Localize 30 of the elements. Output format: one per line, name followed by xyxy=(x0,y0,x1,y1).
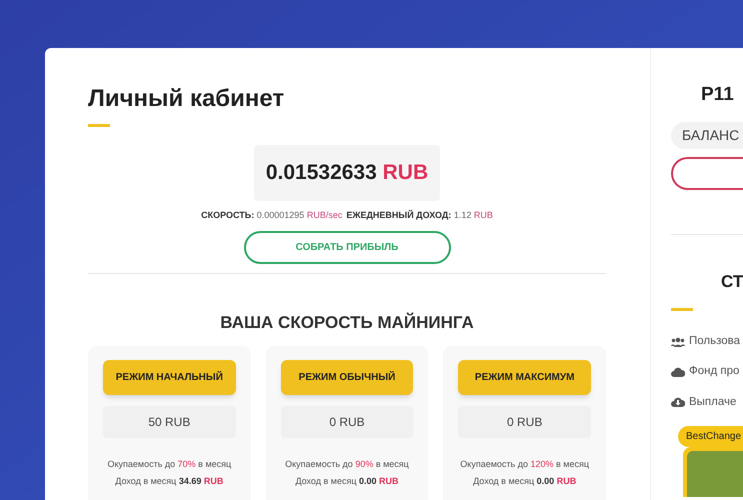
title-underline xyxy=(88,124,110,127)
page-title: Личный кабинет xyxy=(88,84,284,114)
users-icon xyxy=(671,336,685,347)
mode-amount: 0 RUB xyxy=(458,406,591,438)
section-heading: ВАША СКОРОСТЬ МАЙНИНГА xyxy=(220,312,474,334)
mode-button[interactable]: РЕЖИМ МАКСИМУМ xyxy=(458,360,591,394)
payback-text: Окупаемость до 90% в месяц xyxy=(285,458,409,471)
income-text: Доход в месяц 34.69 RUB xyxy=(115,475,224,488)
mode-button[interactable]: РЕЖИМ ОБЫЧНЫЙ xyxy=(280,360,414,394)
bestchange-badge[interactable]: BestChange xyxy=(678,426,743,447)
action-button[interactable] xyxy=(671,156,743,190)
section-heading: СТ xyxy=(721,270,743,292)
income-text: Доход в месяц 0.00 RUB xyxy=(473,475,576,488)
mode-amount: 50 RUB xyxy=(103,406,236,438)
cloud-download-icon xyxy=(671,397,685,408)
income-text: Доход в месяц 0.00 RUB xyxy=(295,475,399,488)
stat-label: Пользова xyxy=(689,334,740,349)
payback-text: Окупаемость до 120% в месяц xyxy=(460,458,590,471)
stat-text: СКОРОСТЬ: 0.00001295 RUB/sec xyxy=(201,208,342,222)
user-id: P11 xyxy=(701,83,734,107)
title-underline xyxy=(671,308,693,311)
mode-button[interactable]: РЕЖИМ НАЧАЛЬНЫЙ xyxy=(103,360,236,394)
payback-text: Окупаемость до 70% в месяц xyxy=(107,458,232,471)
mode-amount: 0 RUB xyxy=(280,406,414,438)
stat-label: Фонд про xyxy=(689,364,740,380)
balance-display: 0.01532633 RUB xyxy=(254,145,440,200)
balance-label: БАЛАНС xyxy=(671,122,743,148)
stat-label: Выплаче xyxy=(689,394,736,410)
cloud-icon xyxy=(671,366,685,377)
stat-text: ЕЖЕДНЕВНЫЙ ДОХОД: 1.12 RUB xyxy=(346,208,493,222)
